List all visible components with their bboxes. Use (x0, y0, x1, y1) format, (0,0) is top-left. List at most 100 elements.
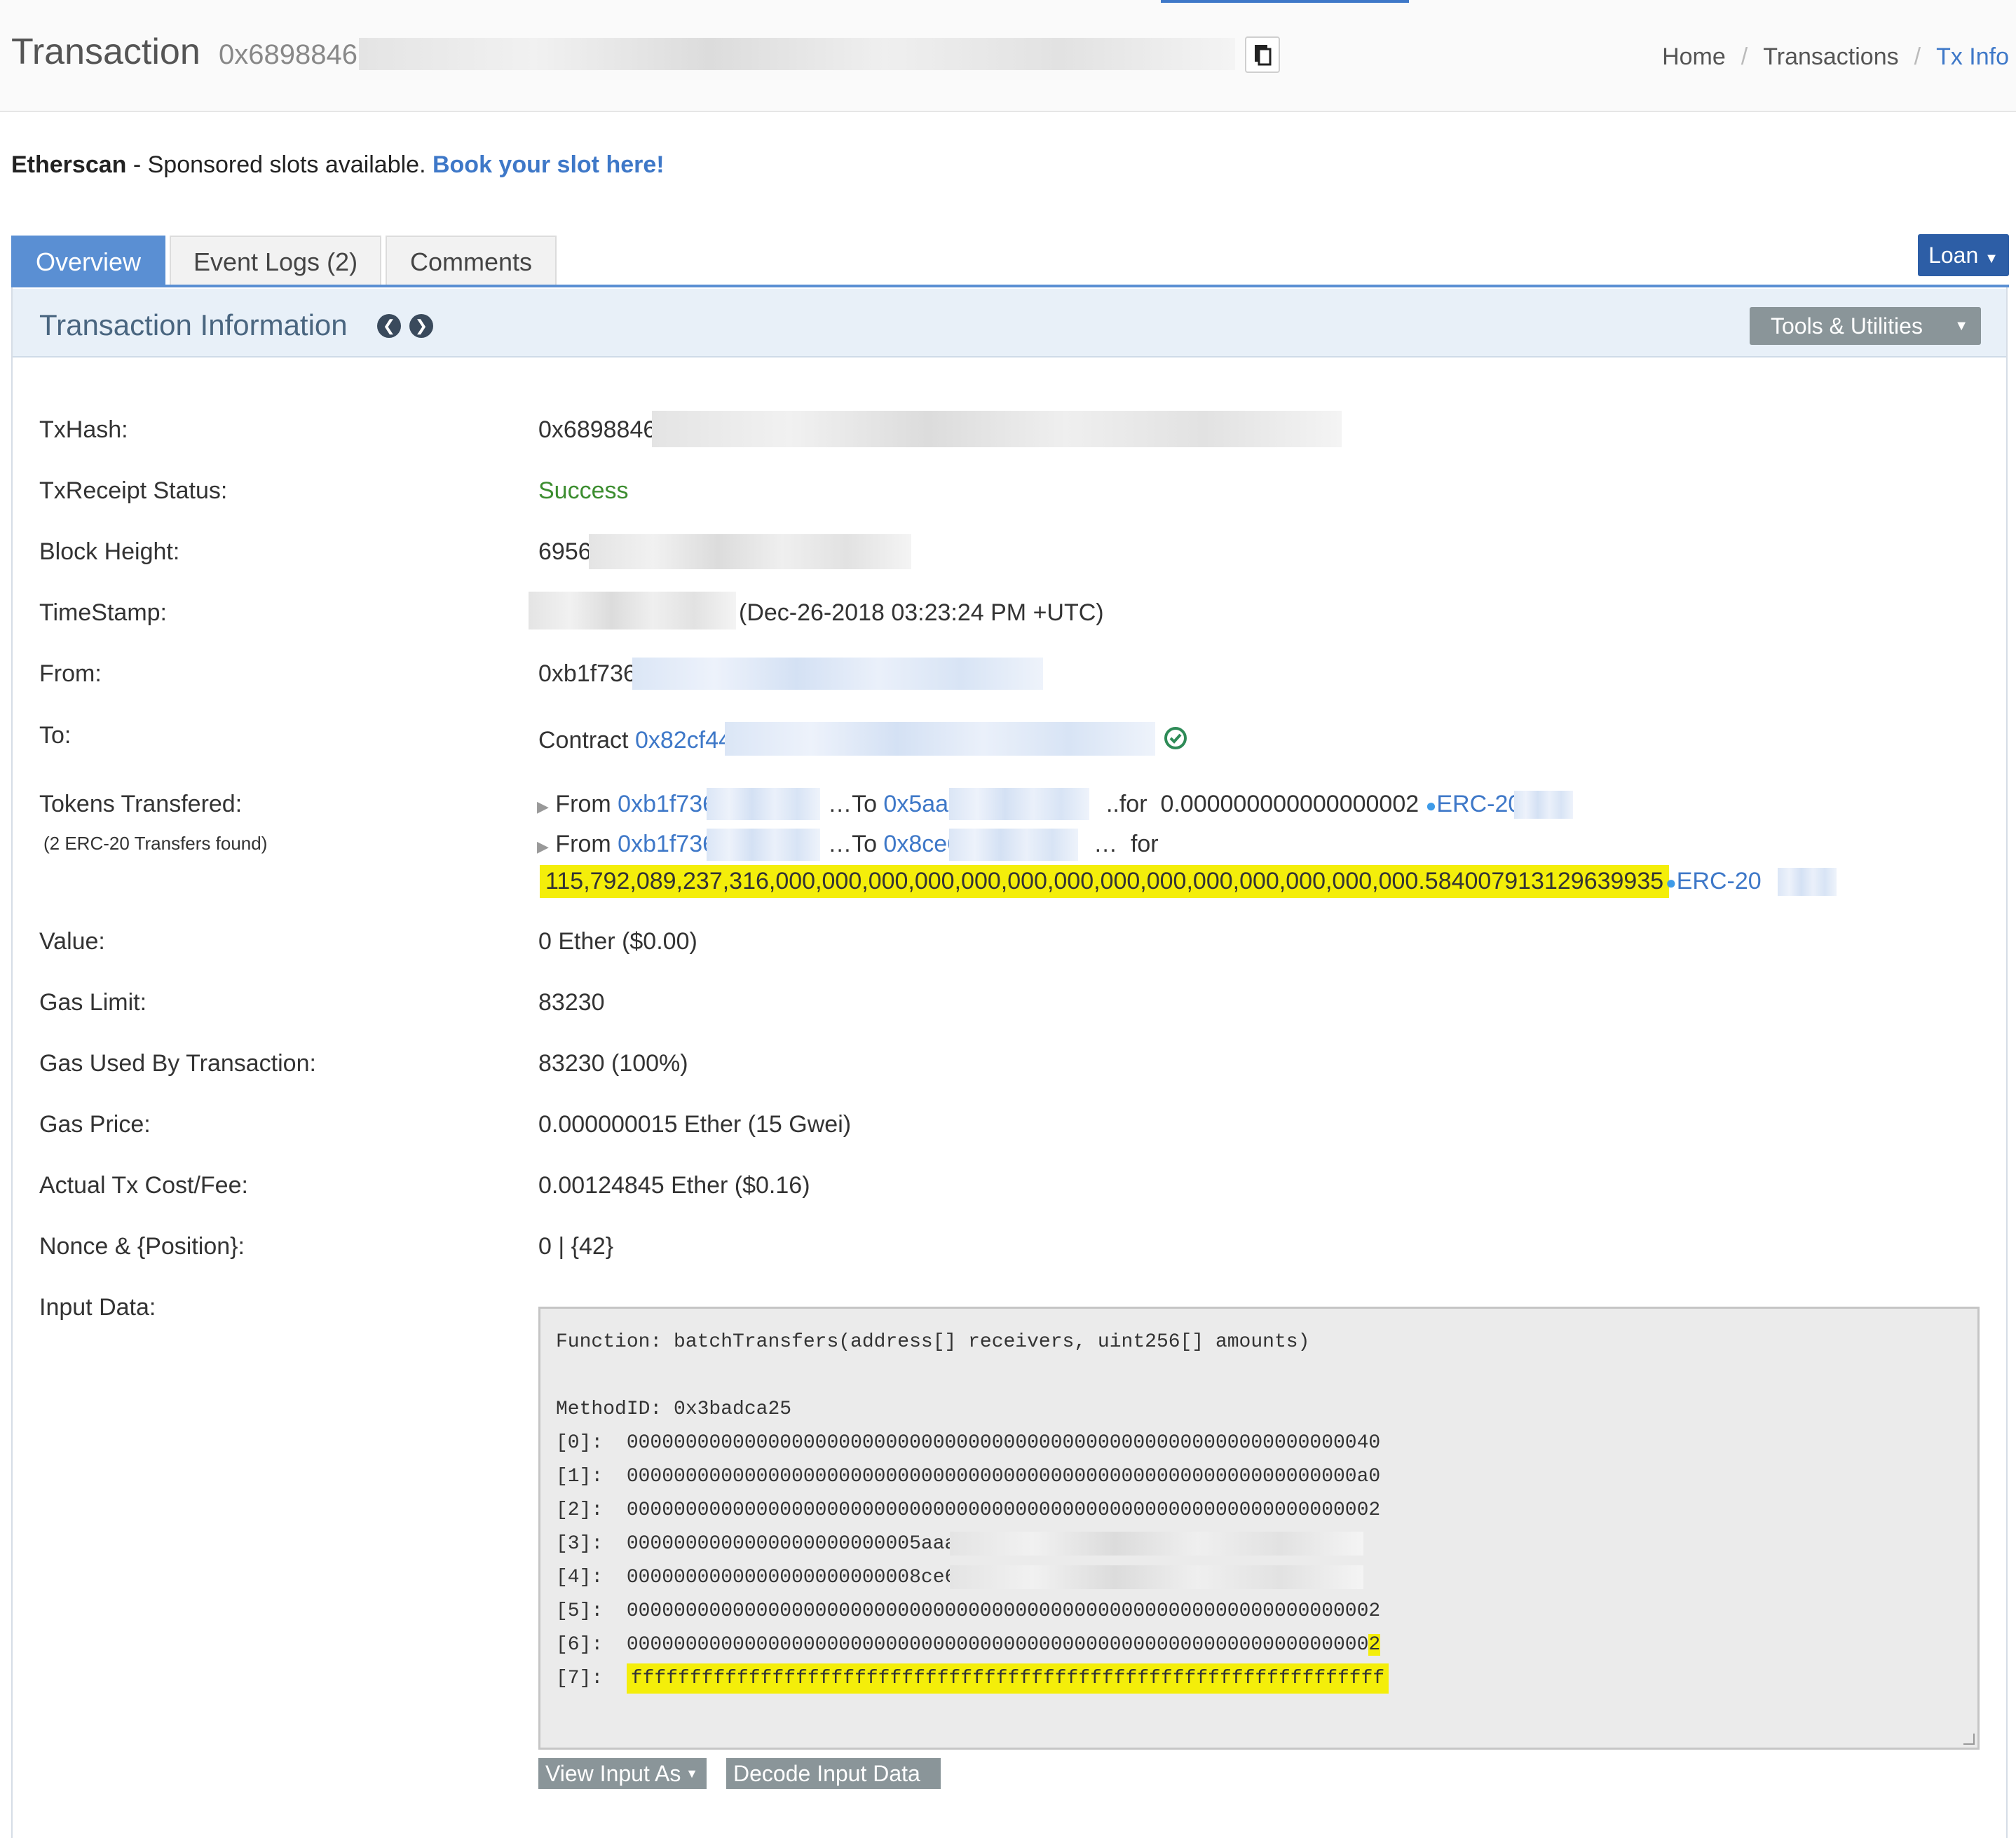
from-label: From: (39, 660, 102, 687)
gas-price-value: 0.000000015 Ether (15 Gwei) (538, 1111, 852, 1138)
view-input-label: View Input As (545, 1761, 681, 1786)
input-function: Function: batchTransfers(address[] recei… (556, 1331, 1310, 1353)
input-data-textarea[interactable]: Function: batchTransfers(address[] recei… (538, 1307, 1980, 1750)
redacted-timestamp (529, 592, 736, 629)
gear-icon: ⚙ (733, 1792, 754, 1817)
tab-event-logs[interactable]: Event Logs (2) (170, 236, 381, 286)
breadcrumb-home[interactable]: Home (1662, 43, 1726, 70)
status-value: Success (538, 477, 629, 504)
breadcrumb: Home / Transactions / Tx Info (1662, 43, 2009, 71)
header-accent-bar (1161, 0, 1409, 3)
input-param: [7]: fffffffffffffffffffffffffffffffffff… (556, 1663, 1389, 1694)
triangle-right-icon: ▶ (537, 798, 549, 815)
redacted-param (950, 1532, 1363, 1556)
clipboard-icon (1255, 45, 1272, 66)
tab-overview[interactable]: Overview (11, 236, 165, 286)
caret-down-icon: ▼ (1954, 318, 1968, 334)
tools-utilities-button[interactable]: Tools & Utilities ▼ (1750, 307, 1981, 345)
input-param: [3]: 0000000000000000000000005aaa (556, 1533, 956, 1555)
param-index: [7]: (556, 1668, 604, 1689)
redacted-token (1778, 868, 1837, 896)
sponsor-brand: Etherscan (11, 151, 127, 178)
input-param: [2]: 00000000000000000000000000000000000… (556, 1499, 1380, 1521)
redacted-address (707, 829, 820, 861)
decode-input-label: Decode Input Data (733, 1761, 920, 1786)
triangle-right-icon: ▶ (537, 838, 549, 855)
redacted-to (725, 722, 1155, 756)
verified-check-icon (1164, 726, 1187, 750)
block-height-link[interactable]: 6956 (538, 538, 592, 566)
breadcrumb-transactions[interactable]: Transactions (1763, 43, 1898, 70)
sponsor-text: - Sponsored slots available. (126, 151, 433, 178)
input-data-label: Input Data: (39, 1294, 156, 1321)
prev-tx-icon[interactable]: ❮ (377, 314, 401, 338)
gas-price-label: Gas Price: (39, 1111, 151, 1138)
to-label: To: (39, 722, 71, 749)
input-param: [5]: 00000000000000000000000000000000000… (556, 1600, 1380, 1622)
fee-value: 0.00124845 Ether ($0.16) (538, 1172, 810, 1199)
param-value: 0000000000000000000000000000000000000000… (626, 1499, 1381, 1521)
token-type-row: ●ERC-20 (1666, 868, 1762, 895)
highlighted-digit: 2 (1368, 1634, 1381, 1656)
transfer-to-text: …To (828, 831, 884, 857)
resize-handle-icon[interactable] (1963, 1734, 1975, 1745)
transfer-from-link[interactable]: 0xb1f736 (618, 831, 716, 857)
value-value: 0 Ether ($0.00) (538, 928, 697, 955)
from-address-link[interactable]: 0xb1f736 (538, 660, 636, 688)
param-index: [5]: (556, 1600, 604, 1622)
redacted-txhash (652, 411, 1342, 447)
transfer-to-text: …To (828, 791, 884, 817)
transfer-amount: 0.000000000000000002 (1160, 791, 1419, 817)
loan-label: Loan (1928, 243, 1979, 268)
decode-input-button[interactable]: Decode Input Data ⚙ (726, 1758, 941, 1817)
nonce-label: Nonce & {Position}: (39, 1233, 245, 1260)
redacted-token (1514, 791, 1573, 819)
fee-label: Actual Tx Cost/Fee: (39, 1172, 248, 1199)
status-label: TxReceipt Status: (39, 477, 228, 504)
param-index: [3]: (556, 1533, 604, 1555)
param-value: 0000000000000000000000008ce6 (626, 1567, 957, 1588)
timestamp-label: TimeStamp: (39, 599, 168, 626)
redacted-from (632, 658, 1043, 690)
gas-used-label: Gas Used By Transaction: (39, 1050, 316, 1077)
tab-comments[interactable]: Comments (386, 236, 557, 286)
transfer-for-text: … for (1094, 831, 1159, 857)
token-type-link[interactable]: ERC-20 (1436, 791, 1521, 817)
page-title: Transaction (11, 32, 200, 72)
transfer-from-link[interactable]: 0xb1f736 (618, 791, 716, 817)
loan-button[interactable]: Loan ▼ (1918, 234, 2009, 276)
txhash-value: 0x6898846 (538, 416, 657, 443)
redacted-address (949, 829, 1078, 861)
caret-down-icon: ▼ (686, 1766, 698, 1781)
param-index: [0]: (556, 1432, 604, 1454)
token-drop-icon: ● (1666, 872, 1677, 893)
redacted-hash (359, 38, 1235, 70)
redacted-address (949, 788, 1089, 820)
tokens-sublabel: (2 ERC-20 Transfers found) (43, 833, 268, 854)
breadcrumb-tx-info[interactable]: Tx Info (1936, 43, 2009, 70)
param-value: 0000000000000000000000000000000000000000… (626, 1466, 1381, 1488)
token-drop-icon: ● (1425, 795, 1437, 816)
param-value: 0000000000000000000000000000000000000000… (626, 1634, 1369, 1656)
timestamp-value: (Dec-26-2018 03:23:24 PM +UTC) (739, 599, 1104, 626)
param-value: 0000000000000000000000000000000000000000… (626, 1600, 1381, 1622)
token-type-link[interactable]: ERC-20 (1677, 868, 1762, 894)
param-index: [1]: (556, 1466, 604, 1488)
breadcrumb-separator: / (1914, 43, 1921, 70)
to-contract-link[interactable]: 0x82cf44 (635, 727, 732, 754)
redacted-address (707, 788, 820, 820)
next-tx-icon[interactable]: ❯ (409, 314, 433, 338)
input-param: [6]: 00000000000000000000000000000000000… (556, 1634, 1381, 1656)
sponsor-link[interactable]: Book your slot here! (433, 151, 665, 178)
copy-button[interactable] (1245, 36, 1280, 73)
sponsor-banner: Etherscan - Sponsored slots available. B… (11, 151, 665, 179)
block-height-label: Block Height: (39, 538, 180, 565)
transfer-from-text: From (555, 831, 618, 857)
gas-limit-value: 83230 (538, 989, 605, 1016)
value-label: Value: (39, 928, 105, 955)
panel-title: Transaction Information (39, 308, 348, 341)
param-index: [6]: (556, 1634, 604, 1656)
highlighted-amount: 115,792,089,237,316,000,000,000,000,000,… (540, 865, 1670, 898)
title-hash: 0x6898846 (219, 39, 357, 70)
view-input-as-button[interactable]: View Input As ▼ (538, 1758, 707, 1789)
